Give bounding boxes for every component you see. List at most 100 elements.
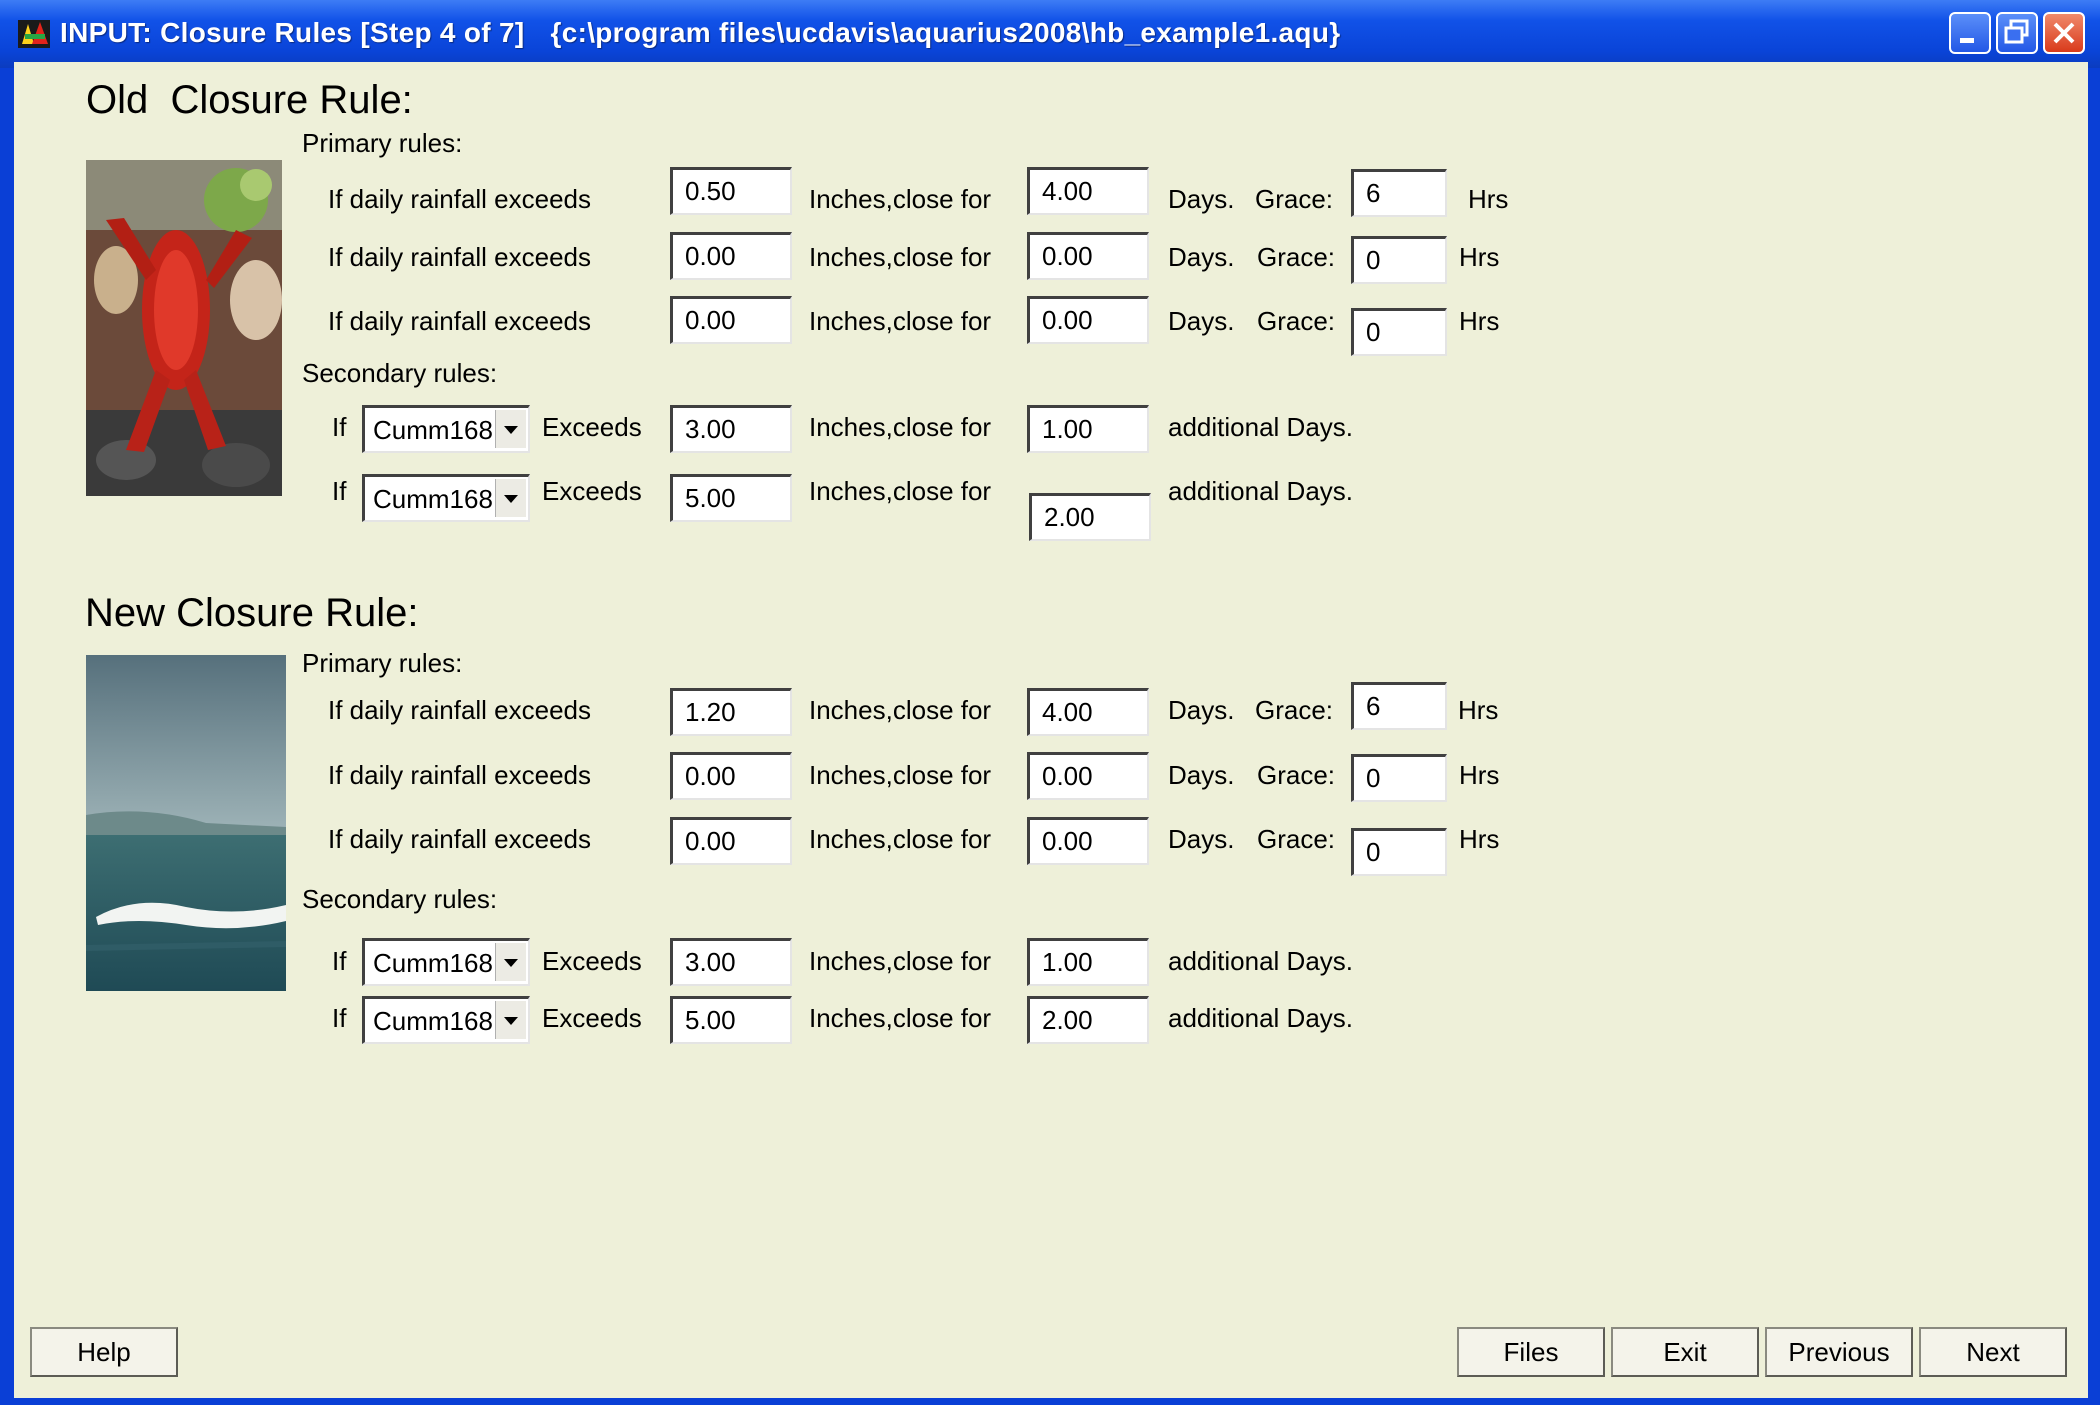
new-primary-2-grace-input[interactable] <box>1351 754 1447 802</box>
chevron-down-icon[interactable] <box>495 479 526 517</box>
chevron-down-icon[interactable] <box>495 410 526 448</box>
window-file-path: {c:\program files\ucdavis\aquarius2008\h… <box>550 17 1341 48</box>
old-secondary-1-exceeds-label: Exceeds <box>542 412 642 442</box>
new-secondary-2-inches-label: Inches,close for <box>809 1003 992 1033</box>
new-primary-rules-label: Primary rules: <box>302 648 463 678</box>
title-bar[interactable]: INPUT: Closure Rules [Step 4 of 7] {c:\pr… <box>0 0 2100 68</box>
new-primary-2-grace-label: Grace: <box>1257 760 1336 790</box>
new-secondary-1-variable-select[interactable]: Cumm168 <box>362 938 530 986</box>
new-primary-2-days-label: Days. <box>1168 760 1235 790</box>
old-secondary-rules-label: Secondary rules: <box>302 358 498 388</box>
old-secondary-1-days-input[interactable] <box>1027 405 1149 453</box>
old-secondary-2-inches-label: Inches,close for <box>809 476 992 506</box>
ocean-photo <box>86 655 286 991</box>
new-secondary-2-variable-value: Cumm168 <box>373 1006 493 1036</box>
old-primary-3-grace-label: Grace: <box>1257 306 1336 336</box>
next-button[interactable]: Next <box>1919 1327 2067 1377</box>
old-primary-3-days-label: Days. <box>1168 306 1235 336</box>
new-secondary-rules-label: Secondary rules: <box>302 884 498 914</box>
files-button[interactable]: Files <box>1457 1327 1605 1377</box>
old-rule-heading: Old Closure Rule: <box>86 78 413 122</box>
new-primary-1-days-label: Days. <box>1168 695 1235 725</box>
new-secondary-2-variable-select[interactable]: Cumm168 <box>362 996 530 1044</box>
old-secondary-1-exceeds-input[interactable] <box>670 405 792 453</box>
old-secondary-2-additional-days-label: additional Days. <box>1168 476 1353 506</box>
old-secondary-2-variable-select[interactable]: Cumm168 <box>362 474 530 522</box>
old-primary-1-days-input[interactable] <box>1027 167 1149 215</box>
old-primary-3-rainfall-input[interactable] <box>670 296 792 344</box>
old-secondary-2-days-input[interactable] <box>1029 493 1151 541</box>
old-primary-3-hrs-label: Hrs <box>1459 306 1500 336</box>
restore-button[interactable] <box>1996 12 2038 54</box>
new-primary-2-label: If daily rainfall exceeds <box>328 760 592 790</box>
new-primary-3-days-input[interactable] <box>1027 817 1149 865</box>
new-secondary-2-exceeds-input[interactable] <box>670 996 792 1044</box>
old-primary-1-inches-label: Inches,close for <box>809 184 992 214</box>
old-primary-2-label: If daily rainfall exceeds <box>328 242 592 272</box>
new-primary-3-inches-label: Inches,close for <box>809 824 992 854</box>
new-primary-3-rainfall-input[interactable] <box>670 817 792 865</box>
new-secondary-2-if-label: If <box>332 1003 347 1033</box>
old-primary-3-days-input[interactable] <box>1027 296 1149 344</box>
old-primary-2-hrs-label: Hrs <box>1459 242 1500 272</box>
old-primary-2-grace-label: Grace: <box>1257 242 1336 272</box>
old-secondary-2-if-label: If <box>332 476 347 506</box>
lobster-photo <box>86 160 282 496</box>
new-primary-3-grace-input[interactable] <box>1351 828 1447 876</box>
old-primary-1-rainfall-input[interactable] <box>670 167 792 215</box>
new-secondary-1-days-input[interactable] <box>1027 938 1149 986</box>
new-primary-1-label: If daily rainfall exceeds <box>328 695 592 725</box>
new-primary-2-inches-label: Inches,close for <box>809 760 992 790</box>
new-primary-3-label: If daily rainfall exceeds <box>328 824 592 854</box>
chevron-down-icon[interactable] <box>495 943 526 981</box>
window-title: INPUT: Closure Rules [Step 4 of 7] {c:\pr… <box>60 17 1341 48</box>
old-primary-1-grace-input[interactable] <box>1351 169 1447 217</box>
old-primary-2-grace-input[interactable] <box>1351 236 1447 284</box>
old-primary-1-days-label: Days. <box>1168 184 1235 214</box>
close-button[interactable] <box>2043 12 2085 54</box>
chevron-down-icon[interactable] <box>495 1001 526 1039</box>
old-secondary-1-if-label: If <box>332 412 347 442</box>
new-primary-1-hrs-label: Hrs <box>1458 695 1499 725</box>
help-button[interactable]: Help <box>30 1327 178 1377</box>
old-primary-1-grace-label: Grace: <box>1255 184 1334 214</box>
old-secondary-1-variable-select[interactable]: Cumm168 <box>362 405 530 453</box>
old-secondary-2-exceeds-input[interactable] <box>670 474 792 522</box>
new-primary-1-days-input[interactable] <box>1027 688 1149 736</box>
old-primary-1-label: If daily rainfall exceeds <box>328 184 592 214</box>
new-secondary-2-days-input[interactable] <box>1027 996 1149 1044</box>
new-secondary-1-inches-label: Inches,close for <box>809 946 992 976</box>
old-secondary-1-inches-label: Inches,close for <box>809 412 992 442</box>
minimize-icon <box>1960 38 1974 43</box>
new-primary-1-rainfall-input[interactable] <box>670 688 792 736</box>
new-secondary-1-if-label: If <box>332 946 347 976</box>
previous-button[interactable]: Previous <box>1765 1327 1913 1377</box>
new-primary-3-hrs-label: Hrs <box>1459 824 1500 854</box>
exit-button[interactable]: Exit <box>1611 1327 1759 1377</box>
new-secondary-2-exceeds-label: Exceeds <box>542 1003 642 1033</box>
new-primary-2-rainfall-input[interactable] <box>670 752 792 800</box>
minimize-button[interactable] <box>1949 12 1991 54</box>
closure-rules-panel: Old Closure Rule: Primary rules: If dail… <box>14 62 2088 1398</box>
old-primary-2-days-label: Days. <box>1168 242 1235 272</box>
new-secondary-2-additional-days-label: additional Days. <box>1168 1003 1353 1033</box>
new-primary-2-days-input[interactable] <box>1027 752 1149 800</box>
old-primary-2-days-input[interactable] <box>1027 232 1149 280</box>
new-primary-3-grace-label: Grace: <box>1257 824 1336 854</box>
old-primary-2-rainfall-input[interactable] <box>670 232 792 280</box>
old-primary-1-hrs-label: Hrs <box>1468 184 1509 214</box>
close-icon <box>2053 22 2075 44</box>
application-window: INPUT: Closure Rules [Step 4 of 7] {c:\pr… <box>0 0 2100 1405</box>
old-primary-3-grace-input[interactable] <box>1351 308 1447 356</box>
restore-icon <box>2004 19 2029 44</box>
new-primary-1-inches-label: Inches,close for <box>809 695 992 725</box>
old-secondary-2-variable-value: Cumm168 <box>373 484 493 514</box>
old-secondary-1-variable-value: Cumm168 <box>373 415 493 445</box>
new-secondary-1-additional-days-label: additional Days. <box>1168 946 1353 976</box>
new-primary-1-grace-input[interactable] <box>1351 682 1447 730</box>
new-primary-3-days-label: Days. <box>1168 824 1235 854</box>
old-secondary-1-additional-days-label: additional Days. <box>1168 412 1353 442</box>
new-secondary-1-exceeds-input[interactable] <box>670 938 792 986</box>
old-secondary-2-exceeds-label: Exceeds <box>542 476 642 506</box>
old-primary-rules-label: Primary rules: <box>302 128 463 158</box>
